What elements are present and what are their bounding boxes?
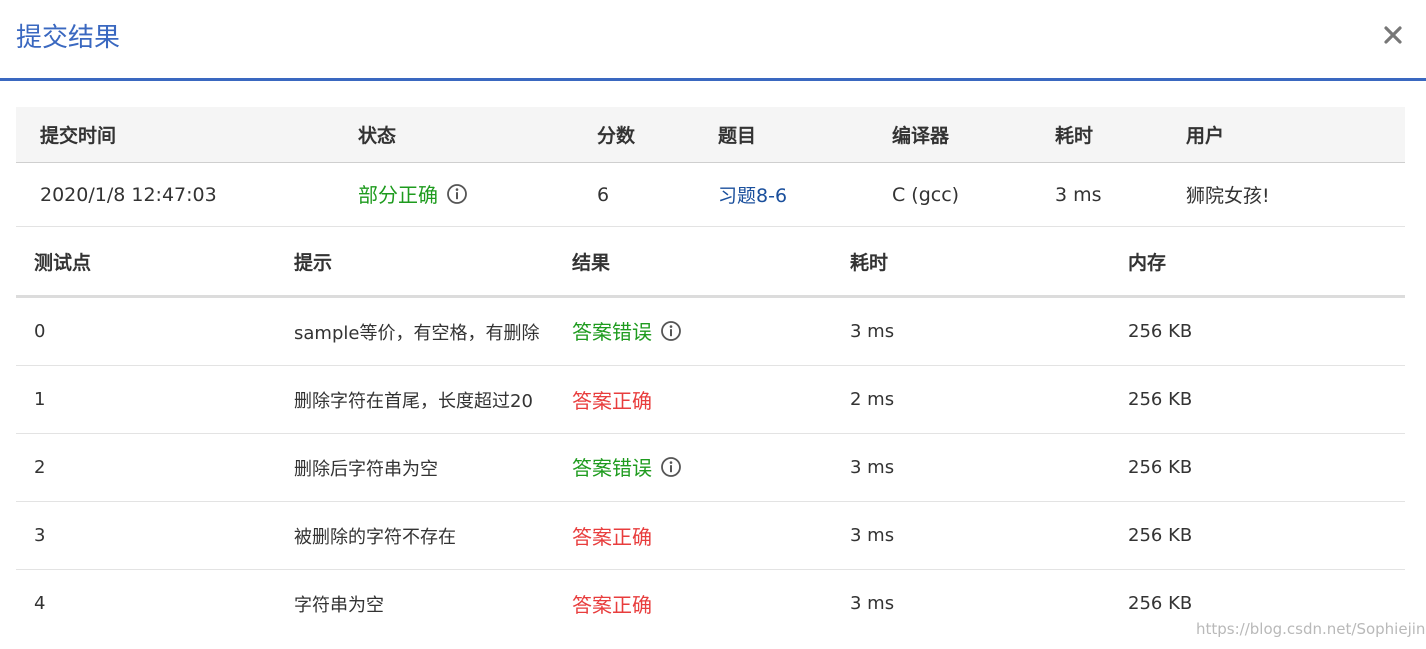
tests-header-row: 测试点 提示 结果 耗时 内存: [16, 228, 1405, 298]
test-case-result-cell: 答案正确: [572, 501, 850, 570]
summary-header-time: 耗时: [1055, 107, 1186, 163]
test-case-hint: sample等价，有空格，有删除: [294, 296, 572, 366]
summary-header-compiler: 编译器: [892, 107, 1055, 163]
problem-link[interactable]: 习题8-6: [718, 185, 787, 207]
test-case-id: 3: [16, 501, 294, 570]
watermark: https://blog.csdn.net/Sophiejing: [1196, 620, 1426, 638]
dialog-title: 提交结果: [16, 23, 121, 53]
test-case-result: 答案正确: [572, 593, 652, 617]
test-case-hint: 删除字符在首尾，长度超过20: [294, 365, 572, 434]
submit-time: 2020/1/8 12:47:03: [16, 162, 358, 227]
test-case-time: 3 ms: [850, 433, 1128, 502]
test-case-result-cell: 答案正确: [572, 570, 850, 638]
close-icon: [1384, 26, 1402, 44]
summary-header-score: 分数: [597, 107, 718, 163]
score: 6: [597, 162, 718, 227]
summary-header-user: 用户: [1186, 107, 1405, 163]
test-case-result: 答案错误: [572, 320, 652, 344]
test-case-memory: 256 KB: [1128, 296, 1405, 366]
test-case-hint: 被删除的字符不存在: [294, 501, 572, 570]
summary-header-problem: 题目: [718, 107, 892, 163]
status-cell: 部分正确: [358, 162, 597, 227]
test-case-hint: 字符串为空: [294, 594, 384, 616]
user-name: 狮院女孩!: [1186, 162, 1405, 227]
test-case-id: 4: [34, 593, 46, 614]
summary-header-submit-time: 提交时间: [16, 107, 358, 163]
test-case-memory: 256 KB: [1128, 501, 1405, 570]
test-case-hint: 删除后字符串为空: [294, 433, 572, 502]
tests-header-case: 测试点: [16, 228, 294, 298]
problem-link-cell: 习题8-6: [718, 162, 892, 227]
tests-header-time: 耗时: [850, 228, 1128, 298]
status-badge: 部分正确: [358, 183, 438, 207]
info-icon[interactable]: [446, 183, 468, 210]
test-case-result-cell: 答案错误: [572, 296, 850, 366]
test-case-id: 0: [16, 296, 294, 366]
dialog-header: 提交结果: [0, 0, 1426, 81]
submission-result-dialog: 提交结果 提交时间 状态 分数 题目 编译器 耗时 用户 2020/1/8 12…: [0, 0, 1426, 649]
test-case-memory: 256 KB: [1128, 433, 1405, 502]
test-case-result-cell: 答案错误: [572, 433, 850, 502]
test-case-time: 3 ms: [850, 501, 1128, 570]
test-case-memory: 256 KB: [1128, 365, 1405, 434]
summary-table: 提交时间 状态 分数 题目 编译器 耗时 用户 2020/1/8 12:47:0…: [16, 107, 1405, 227]
table-row: 2 删除后字符串为空 答案错误 3 ms 256 KB: [16, 433, 1405, 502]
tests-header-result: 结果: [572, 228, 850, 298]
run-time: 3 ms: [1055, 162, 1186, 227]
test-case-result: 答案错误: [572, 456, 652, 480]
test-case-result: 答案正确: [572, 389, 652, 413]
close-button[interactable]: [1378, 20, 1408, 50]
info-icon[interactable]: [660, 320, 682, 347]
table-row: 1 删除字符在首尾，长度超过20 答案正确 2 ms 256 KB: [16, 365, 1405, 434]
test-case-id: 2: [16, 433, 294, 502]
test-case-time: 3 ms: [850, 296, 1128, 366]
test-case-time: 3 ms: [850, 593, 895, 614]
info-icon[interactable]: [660, 456, 682, 483]
summary-row: 2020/1/8 12:47:03 部分正确 6 习题8-6 C (gcc) 3…: [16, 162, 1405, 227]
table-row: 3 被删除的字符不存在 答案正确 3 ms 256 KB: [16, 501, 1405, 570]
table-row: 0 sample等价，有空格，有删除 答案错误 3 ms 256 KB: [16, 296, 1405, 366]
tests-header-memory: 内存: [1128, 228, 1405, 298]
tests-header-hint: 提示: [294, 228, 572, 298]
test-case-id: 1: [16, 365, 294, 434]
test-case-time: 2 ms: [850, 365, 1128, 434]
test-case-result: 答案正确: [572, 525, 652, 549]
test-cases-table: 测试点 提示 结果 耗时 内存 0 sample等价，有空格，有删除 答案错误 …: [16, 228, 1405, 637]
test-case-result-cell: 答案正确: [572, 365, 850, 434]
summary-header-row: 提交时间 状态 分数 题目 编译器 耗时 用户: [16, 107, 1405, 163]
compiler: C (gcc): [892, 162, 1055, 227]
summary-header-status: 状态: [358, 107, 597, 163]
